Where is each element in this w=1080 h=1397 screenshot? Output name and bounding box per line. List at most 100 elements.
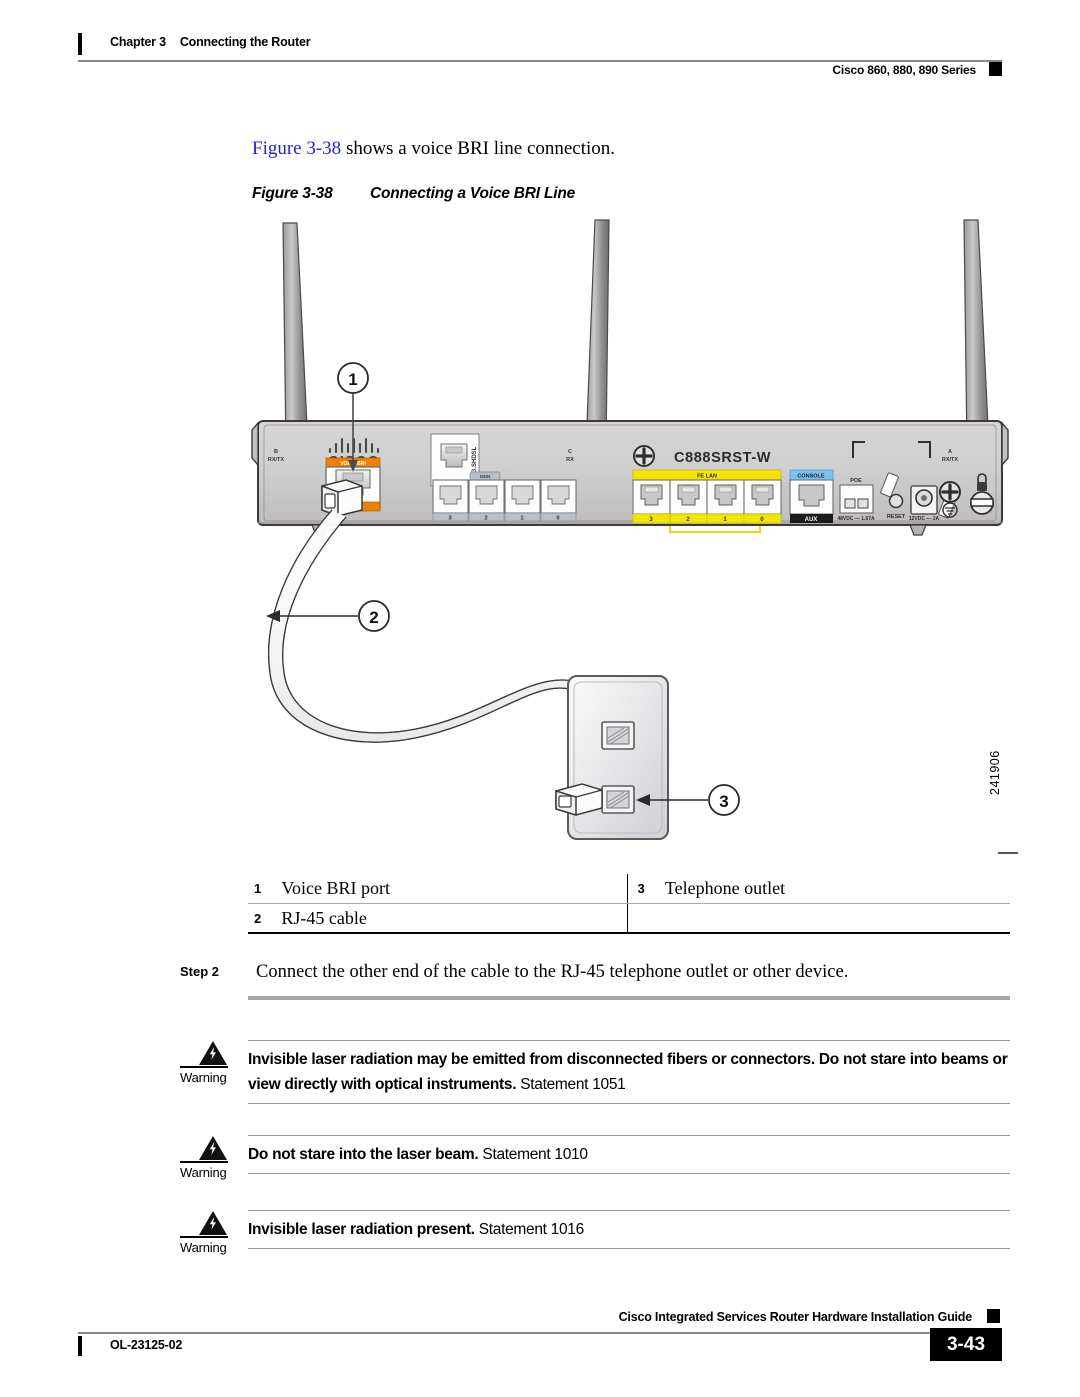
- header-accent-bar: [78, 33, 82, 55]
- svg-text:3: 3: [448, 516, 451, 522]
- fe-lan-jack-2: 2: [669, 479, 708, 524]
- isdn-jack-1: 2: [468, 479, 505, 522]
- svg-text:B: B: [274, 449, 278, 455]
- step-block: Step 2 Connect the other end of the cabl…: [180, 962, 1010, 992]
- router-model-label: C888SRST-W: [674, 450, 771, 466]
- warning-icon: [198, 1135, 238, 1161]
- figure-id-rule: [998, 852, 1018, 854]
- isdn-tab-label: ISDN: [480, 474, 491, 479]
- figure-artwork: CISCO B RX/TX C RX A RX/TX VOICE BRI: [250, 218, 1010, 868]
- warning-text: Do not stare into the laser beam. Statem…: [248, 1136, 1010, 1173]
- warning-label: Warning: [180, 1240, 227, 1255]
- warning-text: Invisible laser radiation present. State…: [248, 1211, 1010, 1248]
- svg-text:0: 0: [556, 516, 559, 522]
- svg-text:12VDC — 2A: 12VDC — 2A: [909, 516, 940, 522]
- svg-text:48VDC — 1.67A: 48VDC — 1.67A: [837, 516, 875, 522]
- warning-bold-text: Do not stare into the laser beam.: [248, 1146, 479, 1163]
- warning-icon: [198, 1040, 238, 1066]
- svg-text:3: 3: [719, 792, 728, 811]
- warning-body: Invisible laser radiation may be emitted…: [248, 1040, 1010, 1104]
- console-aux-port: CONSOLE AUX: [789, 469, 834, 523]
- footer-page-number: 3-43: [930, 1328, 1002, 1361]
- figure-caption: Figure 3-38 Connecting a Voice BRI Line: [252, 185, 972, 203]
- isdn-jack-0: 3: [432, 479, 469, 522]
- intro-paragraph: Figure 3-38 shows a voice BRI line conne…: [252, 137, 972, 161]
- svg-text:1: 1: [348, 370, 357, 389]
- svg-text:RX/TX: RX/TX: [268, 457, 285, 463]
- rj45-connector-router-end: [321, 479, 363, 518]
- figure-id-number: 241906: [988, 750, 1002, 795]
- svg-text:2: 2: [484, 516, 487, 522]
- warning-icon-rule: [180, 1066, 228, 1068]
- intro-rest-text: shows a voice BRI line connection.: [341, 138, 616, 159]
- svg-text:A: A: [948, 449, 952, 455]
- header-chapter: Chapter 3 Connecting the Router: [110, 35, 311, 49]
- telephone-outlet: [567, 675, 669, 840]
- legend-text-left: Voice BRI port: [281, 878, 391, 898]
- figure-cross-reference-link[interactable]: Figure 3-38: [252, 138, 341, 159]
- legend-number-left: 2: [254, 911, 262, 926]
- warning-bold-text: Invisible laser radiation present.: [248, 1221, 475, 1238]
- header-rule: [78, 60, 1002, 62]
- warning-statement: Statement 1051: [516, 1076, 626, 1093]
- figure-caption-number: Figure 3-38: [252, 185, 333, 202]
- warning-body: Do not stare into the laser beam. Statem…: [248, 1135, 1010, 1174]
- isdn-jack-2: 1: [504, 479, 541, 522]
- fe-lan-jack-0: 0: [743, 479, 782, 524]
- svg-text:RESET: RESET: [887, 514, 906, 520]
- footer-document-id: OL-23125-02: [110, 1338, 183, 1352]
- fe-lan-jack-1: 1: [706, 479, 745, 524]
- svg-text:2: 2: [369, 608, 378, 627]
- warning-bottom-rule: [248, 1248, 1010, 1249]
- page-footer: Cisco Integrated Services Router Hardwar…: [78, 1309, 1002, 1370]
- table-row: 1 Voice BRI port 3 Telephone outlet: [248, 874, 1010, 903]
- svg-text:POE: POE: [850, 478, 862, 484]
- svg-text:AUX: AUX: [805, 517, 818, 523]
- warning-body: Invisible laser radiation present. State…: [248, 1210, 1010, 1249]
- warning-icon-rule: [180, 1161, 228, 1163]
- footer-square-marker: [987, 1309, 1000, 1323]
- svg-text:FE LAN: FE LAN: [697, 474, 717, 480]
- step-label: Step 2: [180, 964, 220, 979]
- footer-rule: [78, 1332, 958, 1334]
- chassis-screw-left: [633, 445, 655, 467]
- header-series: Cisco 860, 880, 890 Series: [832, 63, 976, 77]
- warning-statement: Statement 1016: [474, 1221, 585, 1238]
- poe-connector: POE 48VDC — 1.67A: [837, 478, 875, 522]
- header-chapter-title: Connecting the Router: [179, 35, 311, 49]
- warning-bottom-rule: [248, 1103, 1010, 1104]
- header-chapter-number: Chapter 3: [110, 35, 166, 49]
- power-jack: 12VDC — 2A: [909, 485, 940, 522]
- svg-text:CONSOLE: CONSOLE: [797, 474, 825, 480]
- svg-text:1: 1: [520, 516, 523, 522]
- step-separator-rule: [248, 996, 1010, 1000]
- legend-number-left: 1: [254, 881, 262, 896]
- legend-text-right: Telephone outlet: [664, 878, 786, 898]
- step-text: Connect the other end of the cable to th…: [256, 962, 849, 982]
- warning-icon: [198, 1210, 238, 1236]
- svg-text:RX/TX: RX/TX: [942, 457, 959, 463]
- svg-text:C: C: [568, 449, 572, 455]
- footer-guide-title: Cisco Integrated Services Router Hardwar…: [618, 1310, 973, 1324]
- document-page: Chapter 3 Connecting the Router Cisco 860…: [0, 0, 1080, 1397]
- warning-label: Warning: [180, 1165, 227, 1180]
- warning-bottom-rule: [248, 1173, 1010, 1174]
- isdn-jack-3: 0: [540, 479, 577, 522]
- warning-text: Invisible laser radiation may be emitted…: [248, 1041, 1010, 1103]
- outlet-jack-upper: [601, 721, 635, 750]
- outlet-jack-lower: [601, 785, 635, 814]
- legend-column-divider: [626, 904, 628, 933]
- legend-rows: 1 Voice BRI port 3 Telephone outlet 2 RJ…: [248, 874, 1010, 933]
- rj45-connector-outlet-end: [555, 783, 603, 817]
- warning-statement: Statement 1010: [478, 1146, 588, 1163]
- warning-bold-text: Invisible laser radiation may be emitted…: [248, 1051, 1008, 1093]
- svg-text:G.SHDSL: G.SHDSL: [472, 446, 478, 473]
- page-header: Chapter 3 Connecting the Router Cisco 860…: [78, 33, 1002, 79]
- warning-label: Warning: [180, 1070, 227, 1085]
- fe-lan-jack-3: 3: [632, 479, 671, 524]
- table-row: 2 RJ-45 cable: [248, 903, 1010, 933]
- figure-caption-title: Connecting a Voice BRI Line: [370, 185, 576, 202]
- fe-lan-port-group: FE LAN 3 2 1 0: [632, 469, 782, 533]
- header-square-marker: [989, 62, 1002, 76]
- legend-number-right: 3: [637, 881, 645, 896]
